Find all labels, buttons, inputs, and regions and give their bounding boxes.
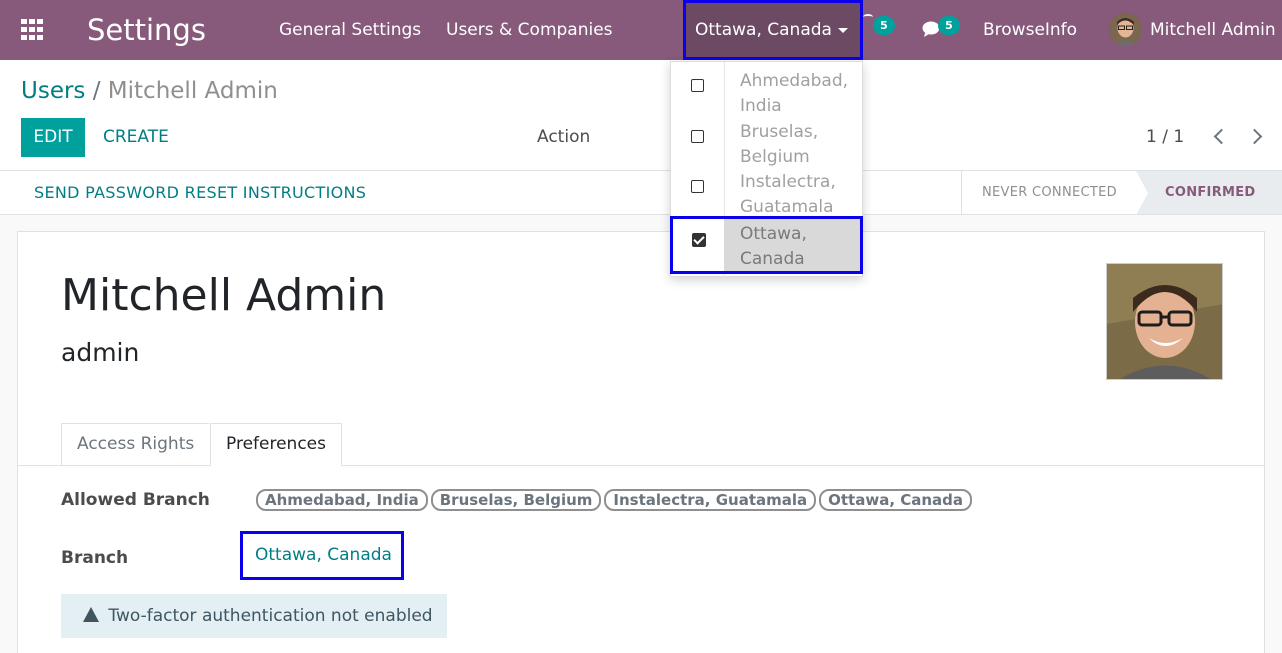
two-factor-alert-text: Two-factor authentication not enabled <box>108 606 433 626</box>
tag-bruselas[interactable]: Bruselas, Belgium <box>430 489 602 511</box>
create-button[interactable]: CREATE <box>103 118 169 157</box>
checkbox-unchecked-icon[interactable] <box>691 130 704 143</box>
dropdown-item-instalectra[interactable]: Instalectra, Guatamala <box>671 162 864 217</box>
branch-field[interactable]: Ottawa, Canada <box>240 531 404 580</box>
two-factor-alert: Two-factor authentication not enabled <box>61 594 447 638</box>
messages-count-badge: 5 <box>938 16 960 35</box>
dropdown-item-ahmedabad[interactable]: Ahmedabad, India <box>671 62 864 116</box>
tab-preferences[interactable]: Preferences <box>210 423 342 466</box>
company-switcher[interactable]: BrowseInfo <box>983 19 1077 41</box>
dropdown-item-bruselas[interactable]: Bruselas, Belgium <box>671 112 864 167</box>
activity-clock-icon[interactable] <box>863 14 873 20</box>
tag-ahmedabad[interactable]: Ahmedabad, India <box>256 489 428 511</box>
checkbox-checked-icon[interactable] <box>692 233 706 247</box>
pager-previous-icon[interactable] <box>1213 128 1230 145</box>
app-title[interactable]: Settings <box>87 10 206 50</box>
checkbox-unchecked-icon[interactable] <box>691 180 704 193</box>
menu-users-companies[interactable]: Users & Companies <box>446 19 613 41</box>
breadcrumb-current: Mitchell Admin <box>107 78 278 104</box>
dropdown-item-ottawa[interactable]: Ottawa, Canada <box>670 216 863 274</box>
user-login: admin <box>61 338 140 367</box>
breadcrumb: Users / Mitchell Admin <box>21 76 278 106</box>
tag-ottawa[interactable]: Ottawa, Canada <box>819 489 973 511</box>
warning-icon <box>83 607 99 622</box>
allowed-branch-tags[interactable]: Ahmedabad, India Bruselas, Belgium Instale… <box>256 489 975 512</box>
stage-confirmed[interactable]: CONFIRMED <box>1136 171 1282 214</box>
user-name-title: Mitchell Admin <box>61 270 387 321</box>
user-avatar[interactable] <box>1109 13 1142 46</box>
send-password-reset-button[interactable]: SEND PASSWORD RESET INSTRUCTIONS <box>34 171 366 215</box>
tag-instalectra[interactable]: Instalectra, Guatamala <box>604 489 817 511</box>
branch-label: Branch <box>61 548 129 568</box>
dropdown-item-label: Ottawa, Canada <box>740 224 807 269</box>
tab-access-rights[interactable]: Access Rights <box>61 423 210 466</box>
top-navbar: Settings General Settings Users & Compan… <box>0 0 1282 60</box>
dropdown-item-label: Instalectra, Guatamala <box>740 172 836 217</box>
stage-arrow-divider <box>1136 171 1148 215</box>
allowed-branch-label: Allowed Branch <box>61 490 210 510</box>
breadcrumb-separator: / <box>92 78 101 104</box>
pager-value[interactable]: 1 / 1 <box>1146 118 1184 157</box>
status-bar: SEND PASSWORD RESET INSTRUCTIONS NEVER C… <box>0 171 1282 215</box>
breadcrumb-users[interactable]: Users <box>21 78 85 104</box>
action-menu-button[interactable]: Action <box>537 118 590 157</box>
user-menu[interactable]: Mitchell Admin <box>1150 19 1276 41</box>
menu-general-settings[interactable]: General Settings <box>279 19 421 41</box>
user-photo[interactable] <box>1106 263 1223 380</box>
edit-button[interactable]: EDIT <box>21 118 85 157</box>
pager-next-icon[interactable] <box>1246 128 1263 145</box>
activity-count-badge: 5 <box>873 16 895 35</box>
control-panel: Users / Mitchell Admin EDIT CREATE Actio… <box>0 60 1282 171</box>
checkbox-unchecked-icon[interactable] <box>691 79 704 92</box>
apps-grid-icon[interactable] <box>21 19 44 40</box>
caret-down-icon <box>838 28 848 33</box>
form-sheet: Mitchell Admin admin Access Rights Prefe… <box>17 231 1265 653</box>
branch-switcher[interactable]: Ottawa, Canada <box>683 0 863 60</box>
stage-never-connected[interactable]: NEVER CONNECTED <box>961 171 1137 214</box>
branch-switcher-label: Ottawa, Canada <box>695 20 832 40</box>
